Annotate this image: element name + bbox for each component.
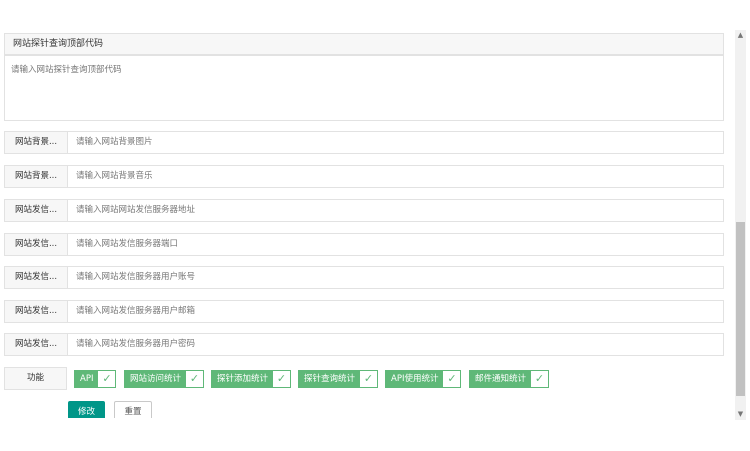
background-image-input[interactable]: 请输入网站背景图片 [68,132,723,153]
smtp-email-input[interactable]: 请输入网站发信服务器用户邮箱 [68,301,723,322]
header-code-title: 网站探针查询顶部代码 [4,33,724,55]
smtp-port-input[interactable]: 请输入网站发信服务器端口 [68,234,723,255]
checkbox-probe-query-stats[interactable]: 探针查询统计 ✓ [298,370,379,388]
checkbox-site-visit-stats[interactable]: 网站访问统计 ✓ [124,370,205,388]
check-icon: ✓ [276,372,287,385]
header-code-textarea[interactable]: 请输入网站探针查询顶部代码 [4,55,724,121]
smtp-host-input[interactable]: 请输入网站网站发信服务器地址 [68,200,723,221]
chevron-down-icon[interactable]: ▼ [735,409,746,420]
checkbox-label: 探针添加统计 [212,371,274,387]
form-label: 网站发信... [5,267,68,288]
form-row-background-image: 网站背景... 请输入网站背景图片 [4,131,724,154]
checkbox-mail-notify-stats[interactable]: 邮件通知统计 ✓ [469,370,550,388]
chevron-up-icon[interactable]: ▲ [735,30,746,41]
check-icon: ✓ [102,372,112,385]
checkbox-api[interactable]: API ✓ [74,370,117,388]
smtp-password-input[interactable]: 请输入网站发信服务器用户密码 [68,334,723,355]
checkbox-api-usage-stats[interactable]: API使用统计 ✓ [385,370,462,388]
functions-label: 功能 [4,367,67,390]
form-row-smtp-email: 网站发信... 请输入网站发信服务器用户邮箱 [4,300,724,323]
smtp-user-input[interactable]: 请输入网站发信服务器用户账号 [68,267,723,288]
form-row-smtp-port: 网站发信... 请输入网站发信服务器端口 [4,233,724,256]
form-row-smtp-host: 网站发信... 请输入网站网站发信服务器地址 [4,199,724,222]
checkbox-probe-add-stats[interactable]: 探针添加统计 ✓ [211,370,292,388]
form-row-smtp-user: 网站发信... 请输入网站发信服务器用户账号 [4,266,724,289]
checkbox-label: API [75,371,99,387]
vertical-scrollbar[interactable]: ▲ ▼ [735,30,746,420]
form-label: 网站发信... [5,301,68,322]
form-label: 网站发信... [5,234,68,255]
checkbox-label: 网站访问统计 [125,371,187,387]
scrollbar-thumb[interactable] [736,222,745,396]
form-label: 网站背景... [5,166,68,187]
check-icon: ✓ [189,372,200,385]
form-row-background-music: 网站背景... 请输入网站背景音乐 [4,165,724,188]
check-icon: ✓ [363,372,374,385]
form-row-smtp-password: 网站发信... 请输入网站发信服务器用户密码 [4,333,724,356]
form-label: 网站发信... [5,334,68,355]
checkbox-label: 邮件通知统计 [470,371,532,387]
form-label: 网站发信... [5,200,68,221]
background-music-input[interactable]: 请输入网站背景音乐 [68,166,723,187]
checkbox-label: API使用统计 [386,371,444,387]
check-icon: ✓ [534,372,545,385]
form-label: 网站背景... [5,132,68,153]
check-icon: ✓ [447,372,457,385]
page-bottom-mask [0,418,736,451]
checkbox-label: 探针查询统计 [299,371,361,387]
